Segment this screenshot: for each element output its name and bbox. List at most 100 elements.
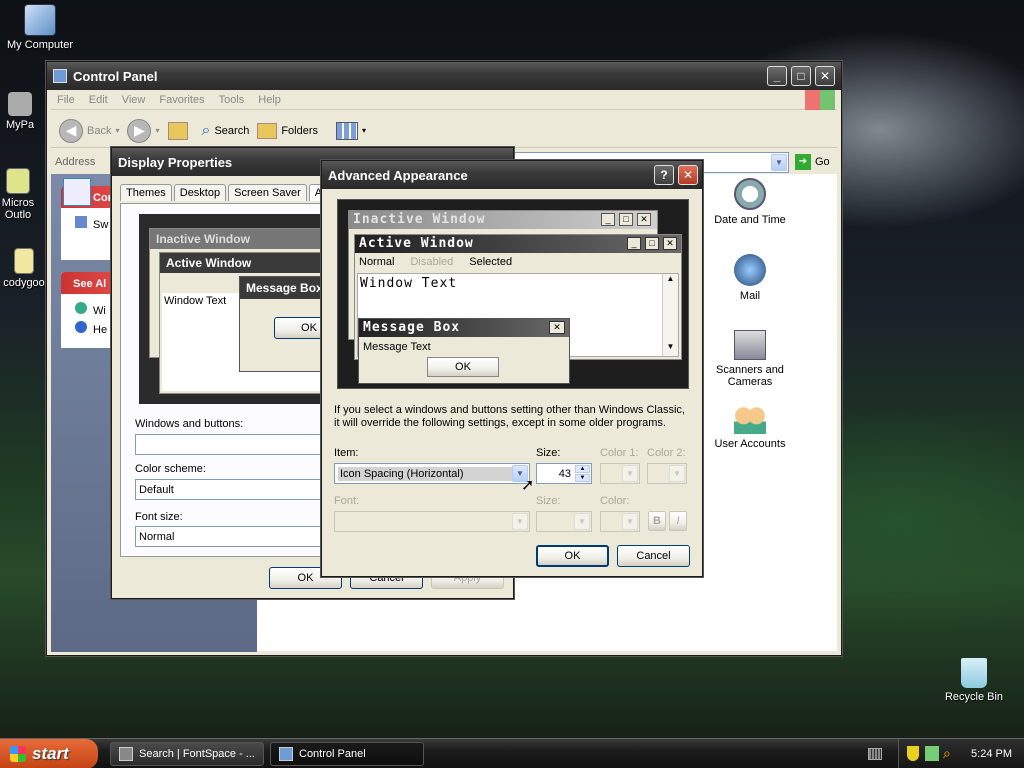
advanced-preview[interactable]: Inactive Window _ □ ✕ Active Window _ □ … [337, 199, 689, 389]
help-button[interactable]: ? [654, 165, 674, 185]
go-button[interactable]: ➔ Go [795, 154, 830, 170]
date-time-item[interactable]: Date and Time [705, 178, 795, 226]
window-title: Advanced Appearance [328, 167, 468, 183]
window-title: Control Panel [73, 68, 158, 84]
desktop-icon-label: MyPa [5, 119, 35, 131]
close-icon: ✕ [549, 321, 565, 334]
menu-file[interactable]: File [57, 94, 75, 106]
font-color-picker[interactable]: ▼ [600, 511, 640, 532]
preview-ok-button: OK [427, 357, 499, 377]
font-color-label: Color: [600, 495, 630, 507]
back-button[interactable]: ◀ Back ▾ [59, 118, 119, 143]
maximize-button[interactable]: □ [791, 66, 811, 86]
folders-label: Folders [281, 124, 319, 137]
mail-item[interactable]: Mail [705, 254, 795, 302]
network-icon[interactable] [925, 746, 939, 761]
mail-icon [734, 254, 766, 286]
color1-label: Color 1: [600, 447, 639, 459]
go-arrow-icon: ➔ [795, 154, 811, 170]
start-button[interactable]: start [0, 739, 98, 768]
font-size-value: Normal [139, 530, 175, 543]
windows-flag-icon [10, 746, 26, 762]
minimize-button[interactable]: _ [767, 66, 787, 86]
taskbar-button-control-panel[interactable]: Control Panel [270, 742, 424, 766]
preview-message-text: Message Text [363, 341, 431, 353]
search-icon: ⌕ [201, 121, 211, 139]
size-value: 43 [558, 467, 571, 480]
tab-desktop[interactable]: Desktop [173, 184, 227, 201]
desktop-icon-mypa[interactable]: MyPa [0, 92, 50, 131]
menu-bar: File Edit View Favorites Tools Help [51, 90, 837, 110]
desktop-icon-label: codygoo [3, 277, 45, 289]
clock[interactable]: 5:24 PM [971, 748, 1012, 760]
forward-button[interactable]: ▶ ▾ [127, 118, 160, 143]
bold-button[interactable]: B [648, 511, 666, 531]
folders-button[interactable]: Folders [257, 122, 319, 139]
menu-edit[interactable]: Edit [89, 94, 108, 106]
user-accounts-item[interactable]: User Accounts [705, 406, 795, 450]
menu-tools[interactable]: Tools [219, 94, 245, 106]
up-folder-button[interactable] [167, 121, 188, 140]
size-stepper[interactable]: 43 ▲ ▼ [536, 463, 592, 484]
item-select[interactable]: Icon Spacing (Horizontal) ▼ [334, 463, 530, 484]
chevron-down-icon: ▼ [574, 513, 590, 530]
control-panel-titlebar[interactable]: Control Panel _ □ ✕ [47, 62, 841, 90]
desktop-icon-label: Outlo [4, 209, 32, 221]
close-icon: ✕ [637, 213, 651, 226]
color1-picker[interactable]: ▼ [600, 463, 640, 484]
back-arrow-icon: ◀ [59, 118, 83, 143]
scanner-icon [734, 330, 766, 360]
taskbar-button-fontspace[interactable]: Search | FontSpace - ... [110, 742, 264, 766]
globe-icon [75, 302, 87, 314]
preview-message-box-title: Message Box [359, 319, 569, 337]
switch-icon [75, 216, 87, 228]
tab-themes[interactable]: Themes [120, 184, 172, 201]
desktop-icon-recycle-bin[interactable]: Recycle Bin [934, 658, 1014, 703]
views-button[interactable]: ▾ [336, 121, 366, 140]
browser-icon [119, 747, 133, 761]
stepper-down-icon[interactable]: ▼ [575, 474, 590, 482]
search-button[interactable]: ⌕ Search [202, 122, 250, 140]
tab-screen-saver[interactable]: Screen Saver [228, 184, 307, 201]
cancel-button[interactable]: Cancel [617, 545, 690, 567]
views-icon [336, 121, 359, 140]
menu-help[interactable]: Help [258, 94, 281, 106]
advanced-appearance-titlebar[interactable]: Advanced Appearance ? ✕ [322, 161, 702, 189]
link1-label: Wi [93, 305, 106, 317]
item-label: Date and Time [714, 214, 786, 226]
stepper-up-icon[interactable]: ▲ [575, 465, 590, 473]
close-button[interactable]: ✕ [815, 66, 835, 86]
color-scheme-value: Default [139, 483, 174, 496]
color2-picker[interactable]: ▼ [647, 463, 687, 484]
preview-menu-selected: Selected [469, 256, 513, 268]
close-button[interactable]: ✕ [678, 165, 698, 185]
task-label: Control Panel [299, 748, 366, 760]
font-size-select[interactable]: ▼ [536, 511, 592, 532]
control-panel-check-icon [63, 178, 91, 206]
chevron-down-icon: ▼ [622, 465, 638, 482]
maximize-icon: □ [619, 213, 633, 226]
item-label: User Accounts [714, 438, 786, 450]
color2-label: Color 2: [647, 447, 686, 459]
standard-toolbar: ◀ Back ▾ ▶ ▾ ⌕ Search Folders ▾ [51, 114, 837, 148]
keyboard-icon[interactable] [868, 748, 882, 760]
scanners-cameras-item[interactable]: Scanners and Cameras [705, 330, 795, 388]
menu-view[interactable]: View [122, 94, 146, 106]
advanced-appearance-dialog: Advanced Appearance ? ✕ Inactive Window … [321, 160, 703, 577]
italic-button[interactable]: I [669, 511, 687, 531]
color-scheme-label: Color scheme: [135, 463, 206, 475]
chevron-down-icon[interactable]: ▼ [771, 154, 787, 171]
up-folder-icon [167, 121, 188, 140]
mouse-cursor-icon: ➚ [521, 477, 535, 494]
ok-button[interactable]: OK [536, 545, 609, 567]
task-label: Search | FontSpace - ... [139, 748, 255, 760]
desktop-icon-my-computer[interactable]: My Computer [0, 4, 80, 51]
security-shield-icon[interactable] [907, 746, 919, 761]
menu-favorites[interactable]: Favorites [159, 94, 204, 106]
users-icon [734, 406, 766, 434]
item-label: Scanners and Cameras [716, 364, 784, 388]
preview-inactive-title: Inactive Window [150, 229, 338, 249]
search-tray-icon[interactable]: ⌕ [943, 745, 951, 762]
desktop-icon-outlook[interactable]: Micros Outlo [0, 168, 48, 221]
font-select[interactable]: ▼ [334, 511, 530, 532]
